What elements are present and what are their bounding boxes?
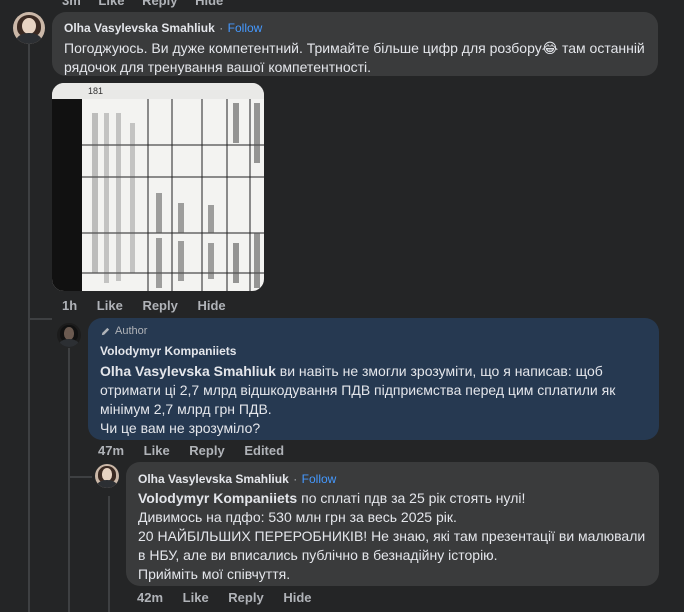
document-table-graphic [82, 99, 264, 291]
attached-document-image[interactable]: 181 [52, 83, 264, 291]
like-link[interactable]: Like [97, 298, 123, 313]
pencil-icon [101, 327, 110, 335]
hide-link[interactable]: Hide [197, 298, 225, 313]
reply-text-line4: Прийміть мої співчуття. [138, 566, 291, 582]
like-link[interactable]: Like [183, 590, 209, 605]
thread-line [68, 476, 92, 478]
mention-link[interactable]: Olha Vasylevska Smahliuk [100, 363, 276, 379]
previous-like-link[interactable]: Like [98, 0, 124, 8]
previous-reply-link[interactable]: Reply [142, 0, 177, 8]
comment-bubble: Olha Vasylevska Smahliuk · Follow Погодж… [52, 12, 658, 76]
author-badge: Author [100, 325, 647, 337]
reply-link[interactable]: Reply [228, 590, 263, 605]
edited-label: Edited [244, 443, 285, 458]
avatar[interactable] [57, 323, 81, 347]
reply-text-line3: 20 НАЙБІЛЬШИХ ПЕРЕРОБНИКІВ! Не знаю, які… [138, 528, 646, 563]
reply-bubble: Olha Vasylevska Smahliuk · Follow Volody… [126, 462, 659, 586]
author-reply-bubble: Author Volodymyr Kompaniiets Olha Vasyle… [88, 318, 659, 440]
separator-dot: · [219, 21, 224, 35]
reply-time[interactable]: 42m [137, 590, 163, 605]
previous-comment-actions: 3m Like Reply Hide [62, 0, 237, 8]
follow-link[interactable]: Follow [302, 472, 337, 486]
comment-text: Погоджуюсь. Ви дуже компетентний. Тримай… [64, 40, 645, 75]
avatar[interactable] [13, 12, 45, 44]
reply-text-line1: Volodymyr Kompaniiets по сплаті пдв за 2… [138, 489, 647, 508]
follow-link[interactable]: Follow [228, 21, 263, 35]
thread-line [108, 496, 110, 612]
reply-actions: 47m Like Reply Edited [98, 443, 300, 458]
previous-time: 3m [62, 0, 81, 8]
reply-link[interactable]: Reply [142, 298, 177, 313]
separator-dot: · [293, 472, 298, 486]
reply-author[interactable]: Volodymyr Kompaniiets [100, 344, 236, 358]
previous-hide-link[interactable]: Hide [195, 0, 223, 8]
reply-line1: по сплаті пдв за 25 рік стоять нулі! [297, 490, 526, 506]
comment-actions: 1h Like Reply Hide [62, 298, 242, 313]
author-badge-label: Author [115, 325, 148, 337]
thread-line [68, 348, 70, 612]
reply-link[interactable]: Reply [189, 443, 224, 458]
reply-actions: 42m Like Reply Hide [137, 590, 328, 605]
reply-text: Olha Vasylevska Smahliuk ви навіть не зм… [100, 362, 647, 419]
thread-line [28, 318, 52, 320]
reply-author[interactable]: Olha Vasylevska Smahliuk [138, 472, 289, 486]
mention-link[interactable]: Volodymyr Kompaniiets [138, 490, 297, 506]
like-link[interactable]: Like [144, 443, 170, 458]
avatar[interactable] [95, 464, 119, 488]
reply-text-line2: Чи це вам не зрозуміло? [100, 420, 261, 436]
reply-time[interactable]: 47m [98, 443, 124, 458]
comment-author[interactable]: Olha Vasylevska Smahliuk [64, 21, 215, 35]
thread-line [28, 44, 30, 612]
reply-text-line2: Дивимось на пдфо: 530 млн грн за весь 20… [138, 509, 457, 525]
comment-time[interactable]: 1h [62, 298, 77, 313]
hide-link[interactable]: Hide [283, 590, 311, 605]
